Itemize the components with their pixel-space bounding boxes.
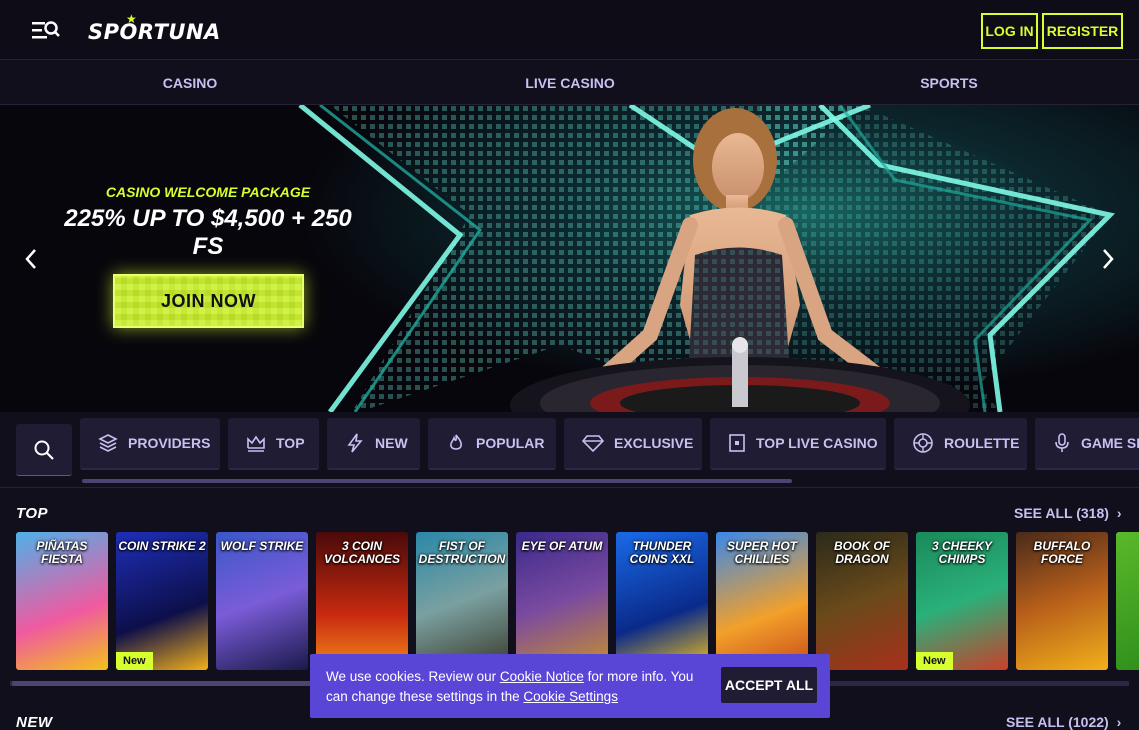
cookie-banner: We use cookies. Review our Cookie Notice… — [310, 654, 830, 718]
see-all-label: SEE ALL (1022) — [1006, 714, 1109, 730]
nav-item-live-casino[interactable]: LIVE CASINO — [510, 60, 630, 105]
nav-item-sports[interactable]: SPORTS — [900, 60, 998, 105]
category-label: TOP LIVE CASINO — [756, 435, 878, 451]
game-title: 3 COIN VOLCANOES — [323, 539, 400, 566]
category-bar: PROVIDERS TOP NEW POPULAR EXCLUSIVE TOP … — [0, 412, 1139, 488]
game-title: FIST OF DESTRUCTION — [418, 539, 506, 566]
crown-icon — [247, 435, 265, 452]
games-scroll-thumb[interactable] — [12, 681, 312, 686]
category-label: GAME SH — [1081, 435, 1139, 451]
category-exclusive[interactable]: EXCLUSIVE — [564, 418, 702, 470]
search-icon — [34, 440, 54, 460]
layers-icon — [98, 434, 118, 452]
category-label: PROVIDERS — [128, 435, 211, 451]
game-tile[interactable] — [1116, 532, 1139, 670]
hero-banner: CASINO WELCOME PACKAGE 225% UP TO $4,500… — [0, 105, 1139, 412]
game-title: BUFFALO FORCE — [1033, 539, 1091, 566]
game-tile[interactable]: PIÑATAS FIESTA — [16, 532, 108, 670]
see-all-label: SEE ALL (318) — [1014, 505, 1109, 521]
roulette-icon — [913, 433, 933, 453]
hero-title-line2: FS — [192, 233, 224, 260]
category-label: TOP — [276, 435, 305, 451]
game-title: WOLF STRIKE — [220, 539, 304, 553]
top-games-row: PIÑATAS FIESTA COIN STRIKE 2 New WOLF ST… — [16, 532, 1139, 670]
search-button[interactable] — [16, 424, 72, 476]
chevron-right-icon: › — [1116, 505, 1122, 521]
category-label: EXCLUSIVE — [614, 435, 694, 451]
game-tile[interactable]: FIST OF DESTRUCTION — [416, 532, 508, 670]
category-label: ROULETTE — [944, 435, 1020, 451]
menu-search-icon[interactable] — [30, 18, 62, 42]
cookie-settings-link[interactable]: Cookie Settings — [523, 689, 618, 704]
see-all-new-link[interactable]: SEE ALL (1022) › — [1006, 714, 1121, 730]
game-tile[interactable]: BUFFALO FORCE — [1016, 532, 1108, 670]
game-tile[interactable]: COIN STRIKE 2 New — [116, 532, 208, 670]
flame-icon — [450, 434, 462, 450]
chevron-right-icon: › — [1116, 714, 1122, 730]
diamond-icon — [582, 435, 604, 453]
accept-all-button[interactable]: ACCEPT ALL — [721, 667, 817, 703]
category-scrollbar[interactable] — [82, 479, 792, 483]
category-top-live-casino[interactable]: TOP LIVE CASINO — [710, 418, 886, 470]
category-providers[interactable]: PROVIDERS — [80, 418, 220, 470]
game-tile[interactable]: THUNDER COINS XXL — [616, 532, 708, 670]
login-button[interactable]: LOG IN — [981, 13, 1038, 49]
hero-title: 225% UP TO $4,500 + 250 FS — [50, 205, 366, 261]
game-title: BOOK OF DRAGON — [834, 539, 890, 566]
game-tile[interactable]: SUPER HOT CHILLIES — [716, 532, 808, 670]
nav-item-casino[interactable]: CASINO — [140, 60, 240, 105]
game-title: SUPER HOT CHILLIES — [726, 539, 797, 566]
category-game-shows[interactable]: GAME SH — [1035, 418, 1139, 470]
hero-kicker: CASINO WELCOME PACKAGE — [105, 184, 311, 200]
game-tile[interactable]: 3 COIN VOLCANOES — [316, 532, 408, 670]
sportuna-logo[interactable]: ★ SPORTUNA — [88, 12, 220, 48]
register-button[interactable]: REGISTER — [1042, 13, 1123, 49]
game-tile[interactable]: EYE OF ATUM — [516, 532, 608, 670]
cookie-text: We use cookies. Review our Cookie Notice… — [326, 667, 706, 707]
chevron-left-icon[interactable] — [20, 245, 42, 273]
microphone-icon — [1055, 433, 1069, 452]
see-all-top-link[interactable]: SEE ALL (318) › — [1014, 505, 1121, 521]
game-title: 3 CHEEKY CHIMPS — [931, 539, 993, 566]
game-tile[interactable]: 3 CHEEKY CHIMPS New — [916, 532, 1008, 670]
game-tile[interactable]: BOOK OF DRAGON — [816, 532, 908, 670]
chevron-right-icon[interactable] — [1097, 245, 1119, 273]
category-new[interactable]: NEW — [327, 418, 420, 470]
section-title-new: NEW — [16, 714, 53, 730]
new-badge: New — [916, 652, 953, 670]
new-badge: New — [116, 652, 153, 670]
cookie-notice-link[interactable]: Cookie Notice — [500, 669, 584, 684]
join-now-button[interactable]: JOIN NOW — [113, 274, 304, 328]
hero-title-line1: 225% UP TO $4,500 + 250 — [64, 205, 352, 232]
cookie-text-part: We use cookies. Review our — [326, 669, 500, 684]
logo-text: SPORTUNA — [88, 20, 221, 44]
section-title-top: TOP — [16, 505, 49, 522]
game-title: PIÑATAS FIESTA — [36, 539, 88, 566]
lightning-icon — [347, 433, 363, 453]
game-title: COIN STRIKE 2 — [118, 539, 206, 553]
game-title: EYE OF ATUM — [521, 539, 603, 553]
category-label: POPULAR — [476, 435, 545, 451]
category-top[interactable]: TOP — [228, 418, 319, 470]
category-popular[interactable]: POPULAR — [428, 418, 556, 470]
card-icon — [729, 434, 745, 452]
category-label: NEW — [375, 435, 408, 451]
main-nav: CASINO LIVE CASINO SPORTS — [0, 60, 1139, 105]
site-header: ★ SPORTUNA LOG IN REGISTER — [0, 0, 1139, 60]
game-tile[interactable]: WOLF STRIKE — [216, 532, 308, 670]
game-title: THUNDER COINS XXL — [629, 539, 695, 566]
category-roulette[interactable]: ROULETTE — [894, 418, 1027, 470]
